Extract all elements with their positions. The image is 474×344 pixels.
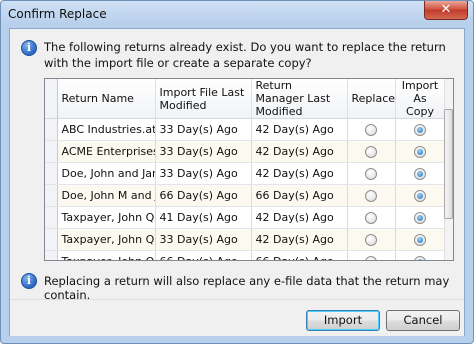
import-as-copy-radio[interactable] [414,168,426,180]
replace-cell [347,118,396,141]
import-modified-cell: 66 Day(s) Ago [155,250,252,260]
table-row[interactable]: Taxpayer, John Q (141 Day(s) Ago42 Day(s… [45,206,446,229]
dialog-body: i The following returns already exist. D… [9,28,465,336]
row-header[interactable] [45,184,58,207]
confirm-replace-dialog: Confirm Replace ✕ i The following return… [0,0,474,344]
import-as-copy-radio[interactable] [414,234,426,246]
import-modified-cell: 33 Day(s) Ago [155,228,252,251]
return-name-cell[interactable]: Taxpayer, John Q (2 [56,228,156,251]
cancel-button[interactable]: Cancel [386,310,460,331]
replace-cell [347,206,396,229]
column-header-replace[interactable]: Replace [347,79,396,119]
import-as-copy-radio[interactable] [414,190,426,202]
replace-radio[interactable] [365,256,377,260]
row-header[interactable] [45,162,58,185]
return-name-cell[interactable]: Taxpayer, John Q.at [56,250,156,260]
table-row[interactable]: ACME Enterprises LL33 Day(s) Ago42 Day(s… [45,140,446,163]
row-header[interactable] [45,206,58,229]
table-row[interactable]: Doe, John and Jane.33 Day(s) Ago42 Day(s… [45,162,446,185]
replace-cell [347,140,396,163]
row-header-corner [45,79,58,119]
return-name-cell[interactable]: Doe, John M and Jai [56,184,156,207]
note-info-icon: i [21,273,37,289]
return-name-cell[interactable]: ABC Industries.atxEx [56,118,156,141]
import-as-copy-radio[interactable] [414,212,426,224]
table-row[interactable]: Taxpayer, John Q.at66 Day(s) Ago66 Day(s… [45,250,446,260]
import-as-copy-radio[interactable] [414,256,426,260]
import-as-copy-radio[interactable] [414,124,426,136]
import-modified-cell: 41 Day(s) Ago [155,206,252,229]
import-modified-cell: 33 Day(s) Ago [155,162,252,185]
row-header[interactable] [45,250,58,260]
column-header-import-as-copy[interactable]: Import As Copy [395,79,446,119]
dialog-title: Confirm Replace [8,7,107,21]
manager-modified-cell: 66 Day(s) Ago [251,184,348,207]
table-row[interactable]: ABC Industries.atxEx33 Day(s) Ago42 Day(… [45,118,446,141]
replace-radio[interactable] [365,212,377,224]
replace-cell [347,184,396,207]
table-row[interactable]: Taxpayer, John Q (233 Day(s) Ago42 Day(s… [45,228,446,251]
row-header[interactable] [45,140,58,163]
import-as-copy-cell [395,184,446,207]
returns-grid: Return Name Import File Last Modified Re… [44,78,454,261]
vertical-scrollbar[interactable] [444,79,453,260]
button-bar: Import Cancel [10,299,464,336]
replace-radio[interactable] [365,234,377,246]
manager-modified-cell: 42 Day(s) Ago [251,206,348,229]
close-button[interactable]: ✕ [424,1,468,20]
import-as-copy-cell [395,228,446,251]
column-header-manager-modified[interactable]: Return Manager Last Modified [251,79,348,119]
header-row: Return Name Import File Last Modified Re… [45,79,446,119]
import-button[interactable]: Import [306,310,380,331]
import-as-copy-cell [395,250,446,260]
manager-modified-cell: 42 Day(s) Ago [251,140,348,163]
scrollbar-thumb[interactable] [444,109,453,219]
replace-radio[interactable] [365,168,377,180]
replace-cell [347,228,396,251]
import-modified-cell: 33 Day(s) Ago [155,118,252,141]
import-as-copy-cell [395,140,446,163]
row-header[interactable] [45,228,58,251]
replace-note: Replacing a return will also replace any… [44,274,450,302]
replace-cell [347,162,396,185]
import-as-copy-cell [395,162,446,185]
manager-modified-cell: 66 Day(s) Ago [251,250,348,260]
replace-cell [347,250,396,260]
replace-radio[interactable] [365,124,377,136]
import-modified-cell: 66 Day(s) Ago [155,184,252,207]
info-icon: i [21,40,37,56]
return-name-cell[interactable]: Taxpayer, John Q (1 [56,206,156,229]
manager-modified-cell: 42 Day(s) Ago [251,162,348,185]
import-as-copy-cell [395,206,446,229]
replace-radio[interactable] [365,190,377,202]
manager-modified-cell: 42 Day(s) Ago [251,118,348,141]
replace-radio[interactable] [365,146,377,158]
row-header[interactable] [45,118,58,141]
manager-modified-cell: 42 Day(s) Ago [251,228,348,251]
return-name-cell[interactable]: Doe, John and Jane. [56,162,156,185]
return-name-cell[interactable]: ACME Enterprises LL [56,140,156,163]
column-header-import-modified[interactable]: Import File Last Modified [155,79,252,119]
returns-table: Return Name Import File Last Modified Re… [45,79,446,260]
import-as-copy-radio[interactable] [414,146,426,158]
column-header-return-name[interactable]: Return Name [57,79,156,119]
message-text: The following returns already exist. Do … [44,40,446,70]
import-modified-cell: 33 Day(s) Ago [155,140,252,163]
import-as-copy-cell [395,118,446,141]
table-row[interactable]: Doe, John M and Jai66 Day(s) Ago66 Day(s… [45,184,446,207]
